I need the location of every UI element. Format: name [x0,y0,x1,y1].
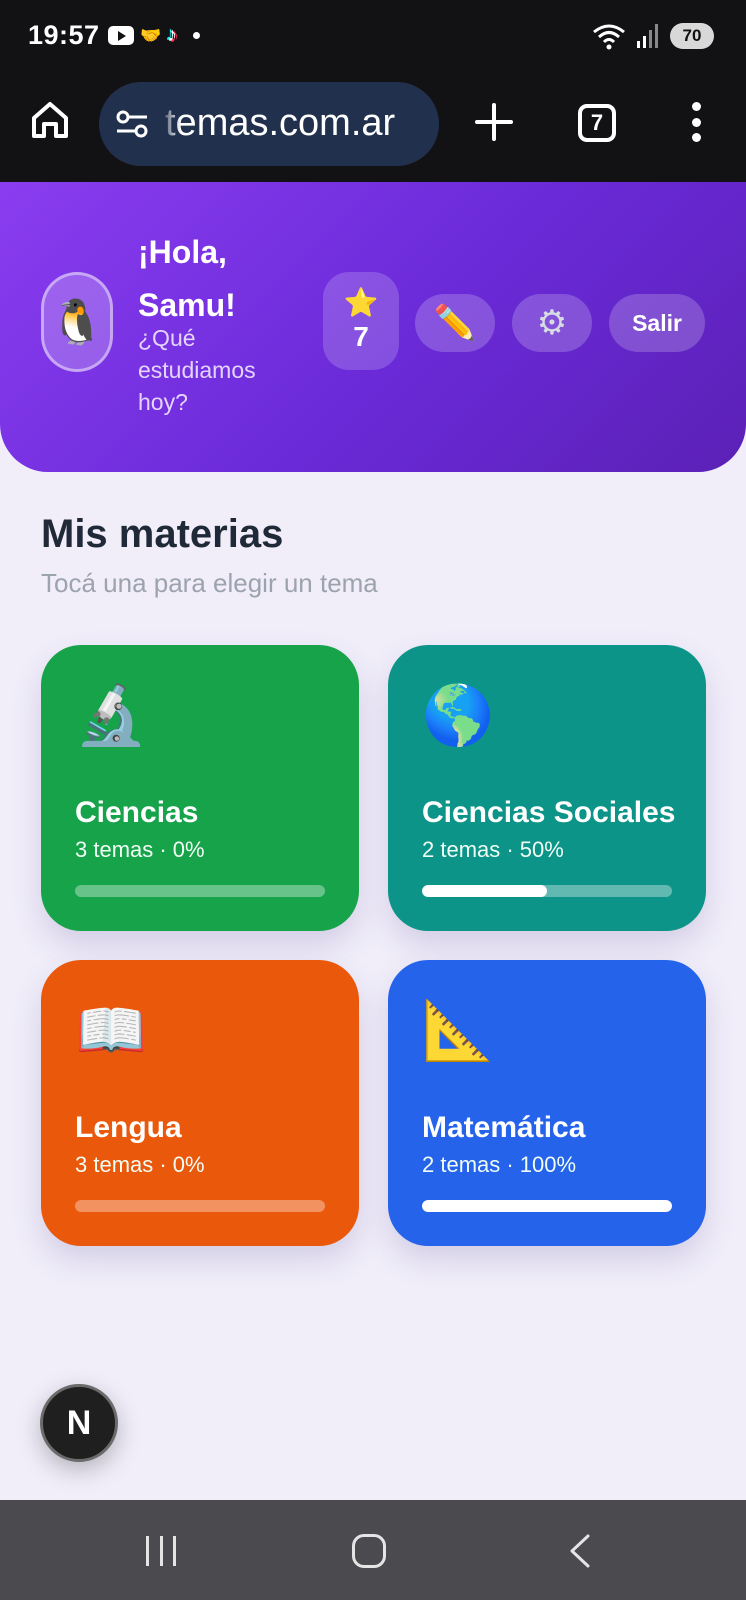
star-icon: ⭐ [343,287,379,318]
tiktok-icon: ♪ [167,24,178,46]
subject-card-lengua[interactable]: 📖 Lengua 3 temas · 0% [41,960,359,1246]
edit-button[interactable]: ✏️ [415,294,495,352]
recent-apps-icon[interactable] [146,1536,176,1566]
subject-card-ciencias-sociales[interactable]: 🌎 Ciencias Sociales 2 temas · 50% [388,645,706,931]
subject-card-matematica[interactable]: 📐 Matemática 2 temas · 100% [388,960,706,1246]
subject-meta: 2 temas · 100% [422,1152,577,1177]
progress-bar [75,885,325,897]
stars-badge: ⭐ 7 [323,272,399,370]
pencil-icon: ✏️ [433,304,477,342]
home-icon[interactable] [28,98,72,142]
progress-bar [75,1200,325,1212]
subject-name: Ciencias Sociales [422,796,676,829]
greeting-subtitle: ¿Qué estudiamos hoy? [138,325,256,415]
back-icon[interactable] [568,1534,592,1568]
youtube-icon [108,26,134,45]
progress-bar [422,885,672,897]
status-bar: 19:57 🤝 ♪ 70 [0,0,746,72]
subject-name: Matemática [422,1111,586,1144]
notification-dot-icon [193,32,201,39]
greeting-title: ¡Hola, Samu! [138,234,236,323]
greeting-header: 🐧 ¡Hola, Samu! ¿Qué estudiamos hoy? ⭐ 7 … [0,182,746,472]
page-title: Mis materias [41,512,284,556]
globe-icon: 🌎 [422,683,495,748]
url-fade [159,82,181,166]
new-tab-icon[interactable] [474,102,514,142]
subject-meta: 3 temas · 0% [75,837,205,862]
status-system-icons: 70 [592,22,714,50]
url-text: temas.com.ar [165,102,396,144]
logout-button[interactable]: Salir [609,294,705,352]
gear-icon: ⚙ [536,304,568,342]
browser-toolbar: temas.com.ar 7 [0,72,746,182]
subject-card-ciencias[interactable]: 🔬 Ciencias 3 temas · 0% [41,645,359,931]
wifi-icon [593,24,625,50]
more-menu-icon[interactable] [686,102,706,142]
triangle-ruler-icon: 📐 [422,998,495,1063]
next-devtools-button[interactable]: N [40,1384,118,1462]
page-subtitle: Tocá una para elegir un tema [41,568,378,598]
system-nav-bar [0,1500,746,1600]
progress-fill [422,1200,672,1212]
avatar[interactable]: 🐧 [41,272,113,372]
book-icon: 📖 [75,998,148,1063]
subject-name: Lengua [75,1111,182,1144]
subject-meta: 2 temas · 50% [422,837,564,862]
microscope-icon: 🔬 [75,683,148,748]
progress-bar [422,1200,672,1212]
subject-name: Ciencias [75,796,199,829]
handshake-icon: 🤝 [140,25,162,45]
stars-count: 7 [353,321,369,352]
site-settings-icon[interactable] [115,110,149,138]
battery-icon: 70 [670,23,714,49]
tab-switcher-button[interactable]: 7 [578,104,616,142]
address-bar[interactable]: temas.com.ar [99,82,439,166]
settings-button[interactable]: ⚙ [512,294,592,352]
subject-meta: 3 temas · 0% [75,1152,205,1177]
home-nav-icon[interactable] [352,1534,386,1568]
signal-icon [637,24,658,48]
status-notification-icons: 🤝 ♪ [108,24,201,47]
status-time: 19:57 [28,20,100,50]
progress-fill [422,885,547,897]
